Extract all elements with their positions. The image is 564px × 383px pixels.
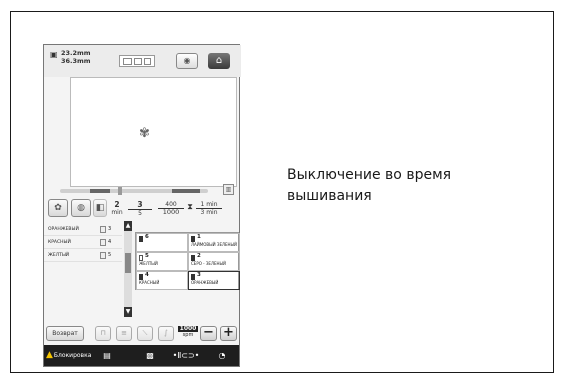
needle-view-button[interactable]: ◍ xyxy=(71,199,91,217)
slider-end-button[interactable]: ▥ xyxy=(223,184,234,195)
speed-indicator: 1000 spm xyxy=(178,325,198,338)
needle-bar-icon: ⟍ xyxy=(142,329,148,337)
warning-icon: ▲ xyxy=(46,350,53,360)
needle-cell-selected[interactable]: 3 ОРАНЖЕВЫЙ xyxy=(188,271,240,290)
trace-button[interactable]: ⊓ xyxy=(95,326,111,341)
caption-line-1: Выключение во время xyxy=(287,167,452,183)
needle-cell[interactable]: 1 ЛАЙМОВЫЙ ЗЕЛЕНЫЙ xyxy=(188,233,240,252)
scroll-up-button[interactable]: ▲ xyxy=(124,221,132,231)
color-count-info: 35 xyxy=(128,201,152,217)
size-icon: ▣ xyxy=(50,50,58,59)
document-icon[interactable]: ▤ xyxy=(102,349,112,362)
thread-button[interactable]: ∫ xyxy=(158,326,174,341)
camera-icon: ◉ xyxy=(183,56,191,65)
needle-info: 2 min xyxy=(111,200,123,216)
lock-button[interactable]: ▲Блокировка xyxy=(46,348,91,363)
color-list-scrollbar[interactable]: ▲ ▼ xyxy=(124,221,132,317)
thread-swatch xyxy=(100,239,106,246)
embroidery-motif-icon: ✾ xyxy=(139,126,150,141)
caption-line-2: вышивания xyxy=(287,188,372,204)
machine-screen: ▣ 23.2mm 36.3mm ◉ ⌂ ✾ ▥ ✿ ◍ ◧ 2 min 35 40… xyxy=(43,44,241,367)
hourglass-icon: ⧗ xyxy=(187,202,193,211)
dim-height: 36.3mm xyxy=(61,57,91,65)
needle-color-grid: 6 1 ЛАЙМОВЫЙ ЗЕЛЕНЫЙ 5 ЖЕЛТЫЙ 2 СЕРО - ЗЕЛЕ… xyxy=(135,232,240,290)
home-button[interactable]: ⌂ xyxy=(208,53,230,69)
slider-handle[interactable] xyxy=(118,187,122,195)
needle-cell[interactable]: 2 СЕРО - ЗЕЛЕНЫЙ xyxy=(188,252,240,271)
stitch-count-info: 400 1000 xyxy=(158,201,184,216)
needle-cell[interactable]: 6 xyxy=(136,233,188,252)
thread-tension-button[interactable]: ✿ xyxy=(48,199,68,217)
list-item[interactable]: ЖЕЛТЫЙ 5 xyxy=(44,249,122,262)
screen-icon[interactable]: ▩ xyxy=(144,349,156,362)
hoop-move-icon[interactable]: •Ⅱ⊂⊃• xyxy=(172,349,200,362)
embroidery-preview: ✾ xyxy=(70,77,237,187)
hoop-size-indicator xyxy=(119,55,155,67)
list-item[interactable]: ОРАНЖЕВЫЙ 3 xyxy=(44,223,122,236)
stitch-icon: ≡ xyxy=(121,329,127,337)
needle-cell[interactable]: 5 ЖЕЛТЫЙ xyxy=(136,252,188,271)
caption: Выключение во время вышивания xyxy=(287,165,527,207)
needle-bar-button[interactable]: ⟍ xyxy=(137,326,153,341)
frame-view-button[interactable]: ◧ xyxy=(93,199,107,217)
clock-icon[interactable]: ◔ xyxy=(216,349,228,362)
frame-icon: ◧ xyxy=(95,203,105,213)
stitch-button[interactable]: ≡ xyxy=(116,326,132,341)
progress-slider[interactable] xyxy=(60,187,208,195)
gear-icon: ✿ xyxy=(54,203,62,213)
dim-width: 23.2mm xyxy=(61,49,91,57)
minus-button[interactable]: − xyxy=(200,326,217,341)
time-info: 1 min 3 min xyxy=(196,201,222,216)
trace-icon: ⊓ xyxy=(100,329,106,337)
pattern-dimensions: 23.2mm 36.3mm xyxy=(61,49,91,65)
needle-cell[interactable]: 4 КРАСНЫЙ xyxy=(136,271,188,290)
status-bar: ▲Блокировка ▤ ▩ •Ⅱ⊂⊃• ◔ xyxy=(44,345,239,366)
needle-icon: ◍ xyxy=(77,203,85,213)
scroll-down-button[interactable]: ▼ xyxy=(124,307,132,317)
plus-button[interactable]: + xyxy=(220,326,237,341)
bottom-button-row: Возврат ⊓ ≡ ⟍ ∫ 1000 spm − + xyxy=(46,326,238,342)
back-button[interactable]: Возврат xyxy=(46,326,84,341)
thread-swatch xyxy=(100,252,106,259)
thread-swatch xyxy=(100,226,106,233)
info-row: ✿ ◍ ◧ 2 min 35 400 1000 ⧗ 1 min 3 min xyxy=(46,198,238,220)
camera-button[interactable]: ◉ xyxy=(176,53,198,69)
list-item[interactable]: КРАСНЫЙ 4 xyxy=(44,236,122,249)
home-icon: ⌂ xyxy=(215,55,223,66)
thread-icon: ∫ xyxy=(164,329,168,337)
top-bar: ▣ 23.2mm 36.3mm ◉ ⌂ xyxy=(44,45,241,77)
scroll-thumb[interactable] xyxy=(125,253,131,273)
color-sequence-list[interactable]: ОРАНЖЕВЫЙ 3 КРАСНЫЙ 4 ЖЕЛТЫЙ 5 xyxy=(44,223,122,262)
